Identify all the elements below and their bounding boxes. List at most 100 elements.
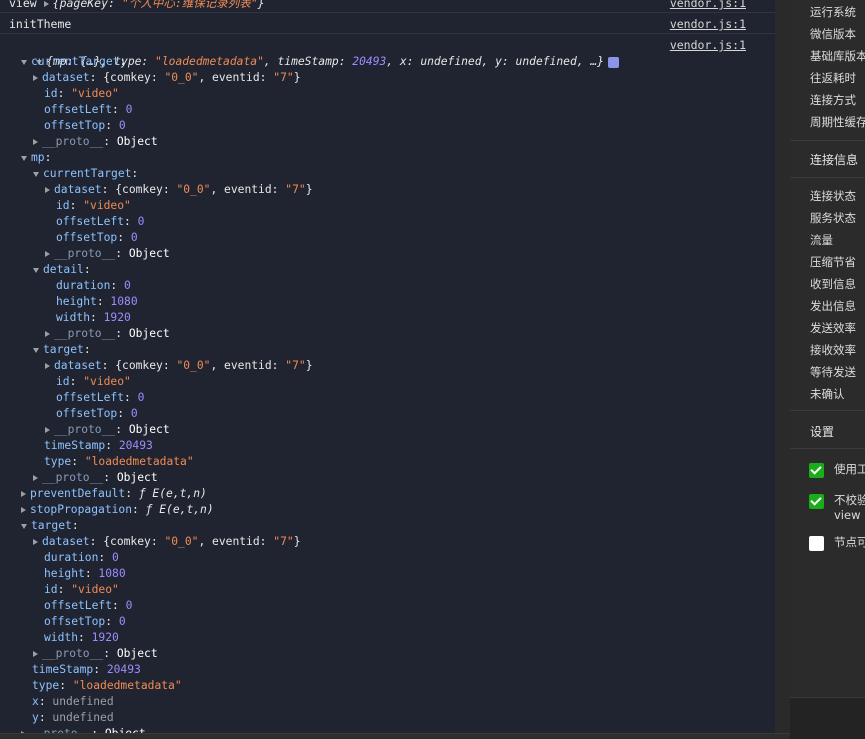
property-key: detail <box>43 263 84 276</box>
tree-row-mp[interactable]: mp: <box>21 150 58 166</box>
connection-label: 未确认 <box>810 387 845 401</box>
tree-row-proto[interactable]: __proto__: Object <box>33 134 158 150</box>
property-key: id <box>56 199 70 212</box>
log-line-view[interactable]: view {pageKey: "个人中心:维保记录列表"} vendor.js:… <box>0 0 775 13</box>
event-summary[interactable]: {mp: {…}, type: "loadedmetadata", timeSt… <box>9 38 619 68</box>
expand-arrow-icon[interactable] <box>33 539 38 545</box>
expand-arrow-icon[interactable] <box>45 331 50 337</box>
property-key: dataset <box>54 359 102 372</box>
log-content: {pageKey: <box>52 0 122 10</box>
expand-arrow-icon[interactable] <box>33 475 38 481</box>
property-key: stopPropagation <box>30 503 133 516</box>
info-label: 微信版本 <box>810 27 856 41</box>
property-key: mp <box>31 151 45 164</box>
settings-checkbox[interactable] <box>809 494 824 509</box>
tree-row-currentTarget[interactable]: currentTarget: <box>21 54 133 70</box>
tree-row-target[interactable]: target: <box>33 342 97 358</box>
collapse-arrow-icon[interactable] <box>21 155 27 161</box>
key-separator: : <box>117 407 131 420</box>
property-value: {comkey: "0_0", eventid: "7"} <box>115 183 313 196</box>
log-line-inittheme[interactable]: initTheme vendor.js:1 <box>0 15 775 34</box>
property-key: offsetTop <box>56 231 118 244</box>
tree-row-detail[interactable]: detail: <box>33 262 97 278</box>
source-link[interactable]: vendor.js:1 <box>670 15 746 34</box>
key-separator: : <box>115 247 129 260</box>
expand-arrow-icon[interactable] <box>33 651 38 657</box>
property-value: 0 <box>125 599 133 612</box>
expand-arrow-icon[interactable] <box>43 0 49 7</box>
tree-row-proto[interactable]: __proto__: Object <box>33 646 158 662</box>
property-key: offsetTop <box>44 119 106 132</box>
settings-label: 不校验 <box>834 493 865 507</box>
vertical-scrollbar[interactable] <box>775 0 790 733</box>
info-label: 周期性缓存 <box>810 115 865 129</box>
expand-arrow-icon[interactable] <box>21 491 26 497</box>
property-value: Object <box>116 471 158 484</box>
expand-arrow-icon[interactable] <box>45 363 50 369</box>
tree-row-proto[interactable]: __proto__: Object <box>45 422 170 438</box>
collapse-arrow-icon[interactable] <box>21 523 27 529</box>
connection-label: 服务状态 <box>810 211 856 225</box>
expand-arrow-icon[interactable] <box>33 75 38 81</box>
settings-checkbox[interactable] <box>809 463 824 478</box>
key-separator: : <box>96 295 111 308</box>
property-value: undefined <box>52 695 114 708</box>
property-value: Object <box>116 135 158 148</box>
tree-row-proto[interactable]: __proto__: Object <box>45 326 170 342</box>
tree-row-proto[interactable]: __proto__: Object <box>21 726 146 733</box>
info-label: 基础库版本 <box>810 49 865 63</box>
tree-row-preventDefault[interactable]: preventDefault: ƒ E(e,t,n) <box>21 486 207 502</box>
key-separator: : <box>83 263 98 276</box>
key-separator: : <box>112 599 126 612</box>
settings-label-2: view <box>834 508 861 522</box>
property-value: 0 <box>137 391 145 404</box>
settings-checkbox[interactable] <box>809 536 824 551</box>
key-separator: : <box>103 135 117 148</box>
property-key: __proto__ <box>54 423 116 436</box>
tree-row-height: height: 1080 <box>56 294 138 310</box>
expand-arrow-icon[interactable] <box>33 139 38 145</box>
info-icon[interactable] <box>607 56 619 68</box>
expand-arrow-icon[interactable] <box>45 427 50 433</box>
collapse-arrow-icon[interactable] <box>33 267 39 273</box>
expand-arrow-icon[interactable] <box>21 507 26 513</box>
expand-arrow-icon[interactable] <box>45 187 50 193</box>
key-separator: : <box>90 311 104 324</box>
info-label: 运行系统 <box>810 5 856 19</box>
property-value: {comkey: "0_0", eventid: "7"} <box>103 535 301 548</box>
expand-arrow-icon[interactable] <box>45 251 50 257</box>
connection-label: 压缩节省 <box>810 255 856 269</box>
tree-row-dataset[interactable]: dataset: {comkey: "0_0", eventid: "7"} <box>45 182 313 198</box>
source-link[interactable]: vendor.js:1 <box>670 0 746 13</box>
collapse-arrow-icon[interactable] <box>33 171 39 177</box>
key-separator: : <box>117 231 131 244</box>
tree-row-currentTarget[interactable]: currentTarget: <box>33 166 145 182</box>
property-key: y <box>32 711 39 724</box>
tree-row-proto[interactable]: __proto__: Object <box>45 246 170 262</box>
tree-row-offsetTop: offsetTop: 0 <box>44 614 126 630</box>
tree-row-dataset[interactable]: dataset: {comkey: "0_0", eventid: "7"} <box>45 358 313 374</box>
horizontal-scrollbar[interactable] <box>0 733 790 739</box>
source-link[interactable]: vendor.js:1 <box>670 37 746 53</box>
key-separator: : <box>38 711 53 724</box>
property-value: Object <box>128 247 170 260</box>
property-value: "video" <box>83 375 131 388</box>
tree-row-dataset[interactable]: dataset: {comkey: "0_0", eventid: "7"} <box>33 534 301 550</box>
property-value: 0 <box>137 215 145 228</box>
property-key: type <box>32 679 60 692</box>
tree-row-target[interactable]: target: <box>21 518 85 534</box>
property-value: 1080 <box>110 295 138 308</box>
key-separator: : <box>101 359 116 372</box>
key-separator: : <box>38 695 53 708</box>
collapse-arrow-icon[interactable] <box>33 347 39 353</box>
property-key: offsetLeft <box>56 391 125 404</box>
collapse-arrow-icon[interactable] <box>21 59 27 65</box>
key-separator: : <box>71 519 86 532</box>
tree-row-dataset[interactable]: dataset: {comkey: "0_0", eventid: "7"} <box>33 70 301 86</box>
tree-row-stopPropagation[interactable]: stopPropagation: ƒ E(e,t,n) <box>21 502 214 518</box>
tree-row-type: type: "loadedmetadata" <box>32 678 182 694</box>
property-key: duration <box>44 551 99 564</box>
tree-row-id: id: "video" <box>56 198 131 214</box>
tree-row-proto[interactable]: __proto__: Object <box>33 470 158 486</box>
property-key: width <box>44 631 79 644</box>
